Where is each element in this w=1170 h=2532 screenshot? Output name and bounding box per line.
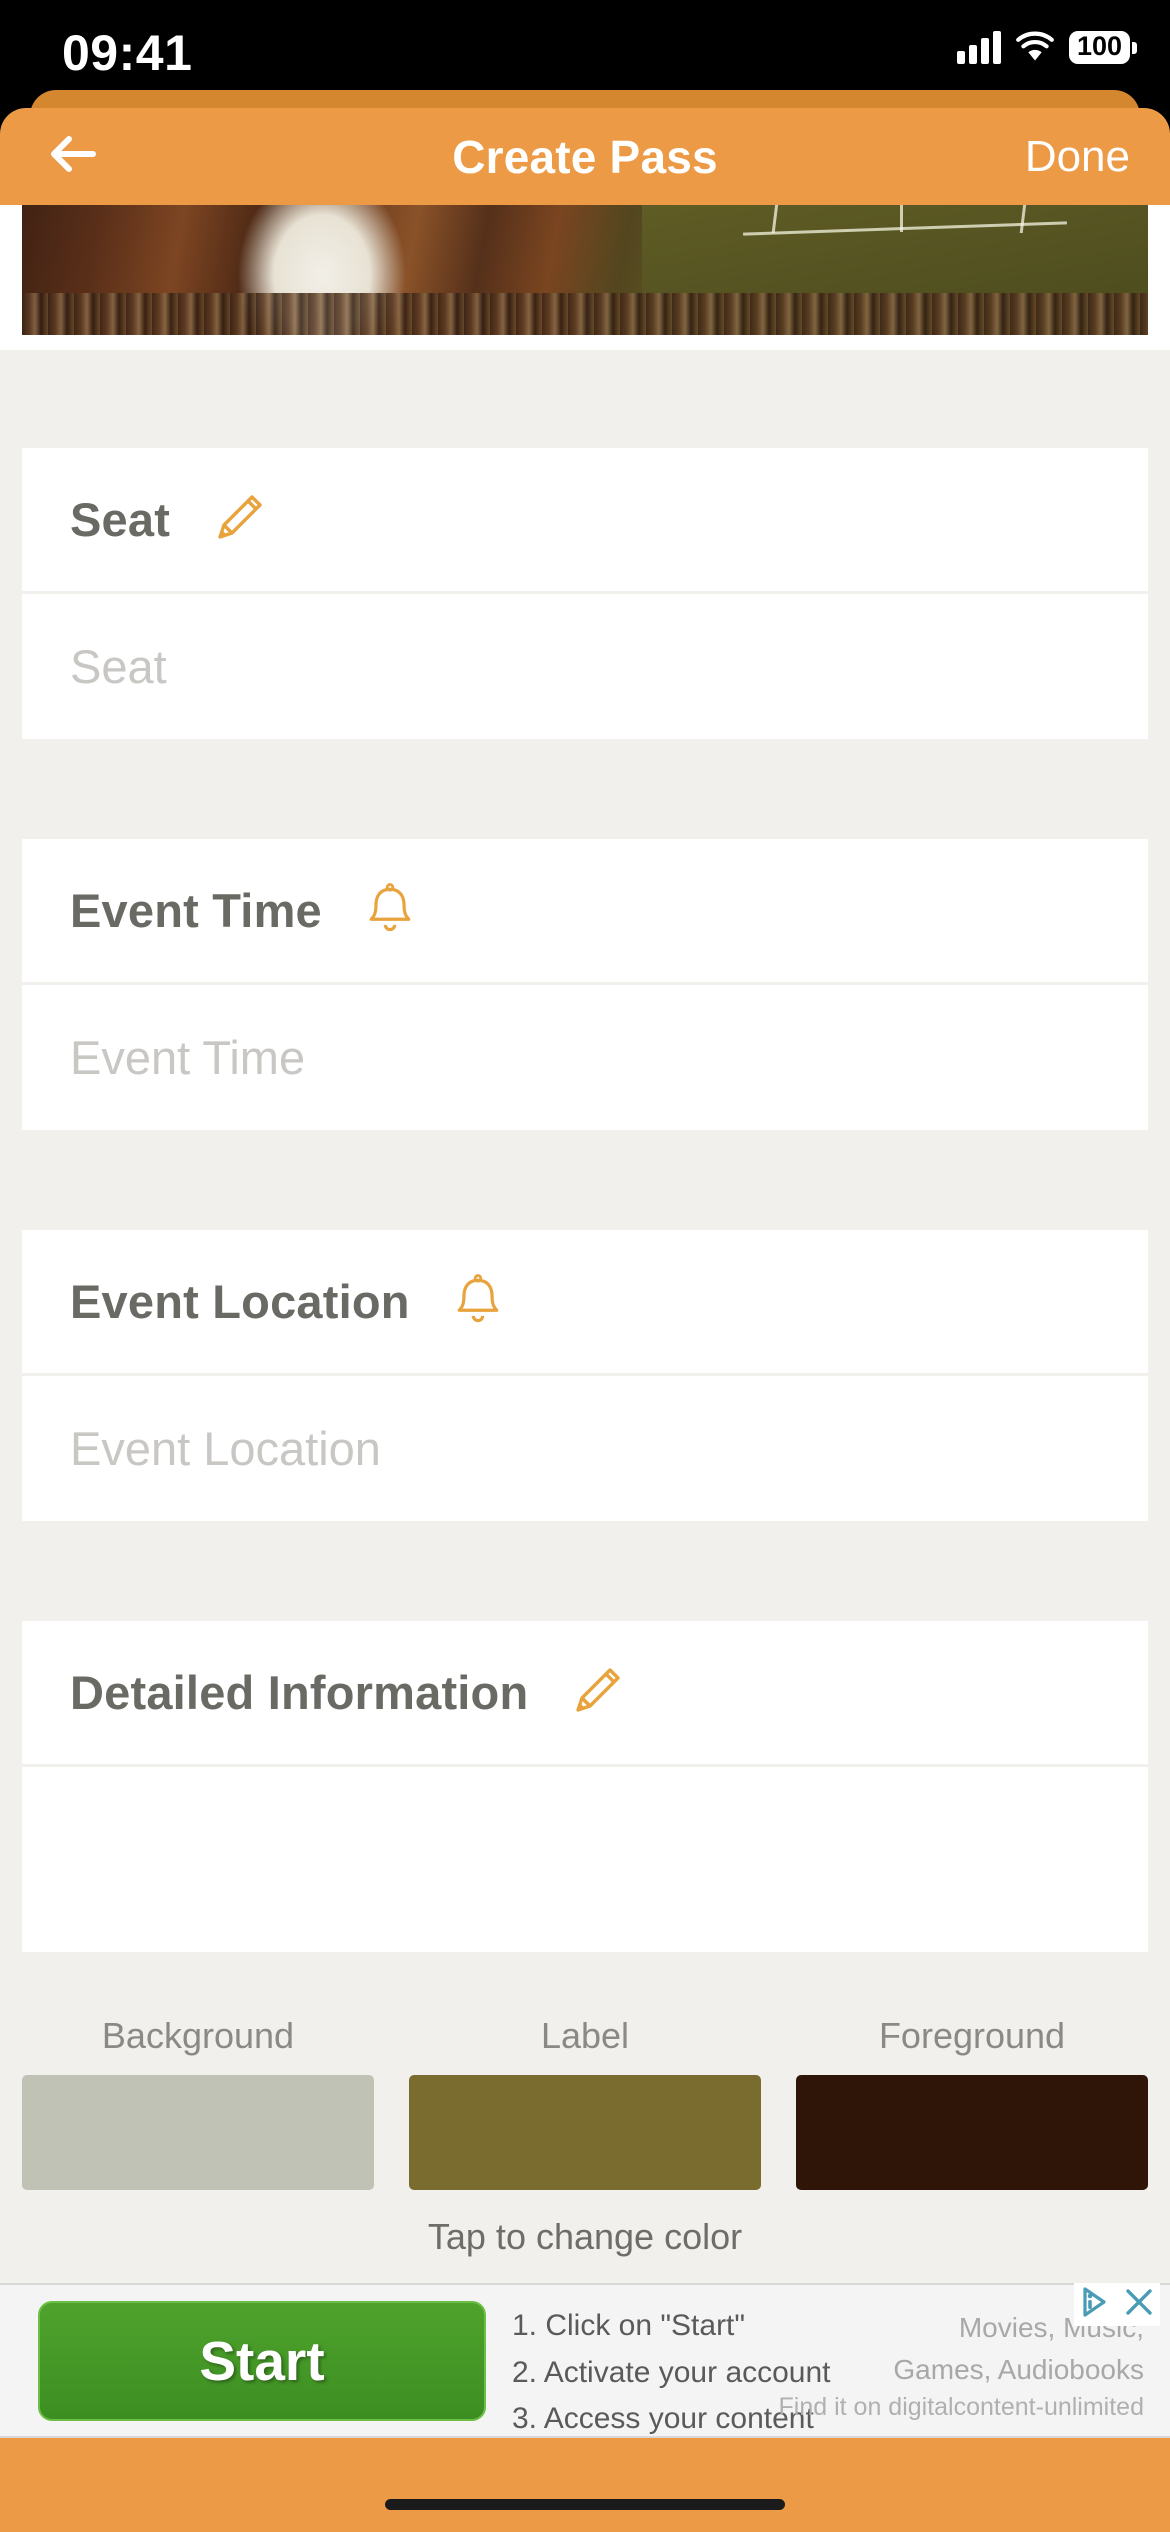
crowd-band	[22, 293, 1148, 335]
detailed-information-placeholder[interactable]	[22, 1767, 1148, 1803]
swatch-background[interactable]	[22, 2075, 374, 2190]
color-swatch-foreground[interactable]: Foreground	[796, 2015, 1148, 2190]
color-caption-label: Label	[540, 2015, 630, 2056]
section-event-location: Event Location Event Location	[22, 1230, 1148, 1521]
detailed-information-textarea[interactable]	[22, 1767, 1148, 1952]
hero-image	[22, 205, 1148, 335]
status-bar-clock: 09:41	[62, 25, 193, 81]
bottom-accent-bar	[0, 2438, 1170, 2532]
ad-step-2: 2. Activate your account	[512, 2355, 831, 2389]
seat-input-row[interactable]: Seat	[22, 594, 1148, 739]
phone-screen: 09:41 100 Create Pass Done Seat Seat Eve…	[0, 0, 1170, 2532]
color-caption-background: Background	[101, 2015, 295, 2056]
form-scroll-area[interactable]: Seat Seat Event Time Event Time Event Lo…	[0, 205, 1170, 2283]
adchoices-icon[interactable]	[1078, 2285, 1112, 2324]
event-time-header-row: Event Time	[22, 839, 1148, 982]
event-location-label: Event Location	[70, 1275, 410, 1328]
event-location-header-row: Event Location	[22, 1230, 1148, 1373]
swatch-label[interactable]	[409, 2075, 761, 2190]
ad-banner[interactable]: Start 1. Click on "Start" 2. Activate yo…	[0, 2283, 1170, 2438]
ad-categories-line-2: Games, Audiobooks	[893, 2354, 1144, 2385]
color-picker: Background Label Foreground Tap to chang…	[0, 2015, 1170, 2258]
detailed-information-label: Detailed Information	[70, 1666, 529, 1719]
seat-header-row: Seat	[22, 448, 1148, 591]
bell-icon[interactable]	[360, 878, 420, 943]
close-icon[interactable]	[1122, 2285, 1156, 2324]
detailed-information-header-row: Detailed Information	[22, 1621, 1148, 1764]
event-location-input-placeholder[interactable]: Event Location	[70, 1421, 381, 1476]
seat-label: Seat	[70, 493, 171, 546]
ad-step-1: 1. Click on "Start"	[512, 2309, 746, 2342]
navigation-bar: Create Pass Done	[0, 108, 1170, 205]
hero-image-container[interactable]	[0, 205, 1170, 350]
home-indicator[interactable]	[385, 2499, 785, 2510]
wifi-icon	[1015, 30, 1055, 64]
status-bar: 09:41 100	[0, 0, 1170, 100]
ad-controls	[1074, 2283, 1160, 2326]
swatch-foreground[interactable]	[796, 2075, 1148, 2190]
event-time-input-row[interactable]: Event Time	[22, 985, 1148, 1130]
page-title: Create Pass	[452, 130, 718, 183]
event-time-label: Event Time	[70, 884, 322, 937]
section-seat: Seat Seat	[22, 448, 1148, 739]
battery-icon: 100	[1068, 30, 1138, 64]
color-swatch-label[interactable]: Label	[409, 2015, 761, 2190]
section-detailed-information: Detailed Information	[22, 1621, 1148, 1952]
ad-footer-text: Find it on digitalcontent-unlimited	[778, 2393, 1144, 2421]
pencil-icon[interactable]	[566, 1658, 630, 1727]
status-bar-indicators: 100	[956, 30, 1138, 64]
color-caption-foreground: Foreground	[878, 2015, 1066, 2056]
cellular-signal-icon	[956, 30, 1001, 64]
color-picker-hint: Tap to change color	[427, 2216, 743, 2257]
event-time-input-placeholder[interactable]: Event Time	[70, 1030, 305, 1085]
battery-level-text: 100	[1076, 31, 1122, 61]
color-swatch-list: Background Label Foreground	[0, 2015, 1170, 2190]
bell-icon[interactable]	[448, 1269, 508, 1334]
pencil-icon[interactable]	[208, 485, 272, 554]
done-button[interactable]: Done	[1025, 132, 1130, 182]
ad-start-button[interactable]: Start	[38, 2301, 486, 2421]
section-event-time: Event Time Event Time	[22, 839, 1148, 1130]
color-swatch-background[interactable]: Background	[22, 2015, 374, 2190]
event-location-input-row[interactable]: Event Location	[22, 1376, 1148, 1521]
seat-input-placeholder[interactable]: Seat	[70, 639, 167, 694]
